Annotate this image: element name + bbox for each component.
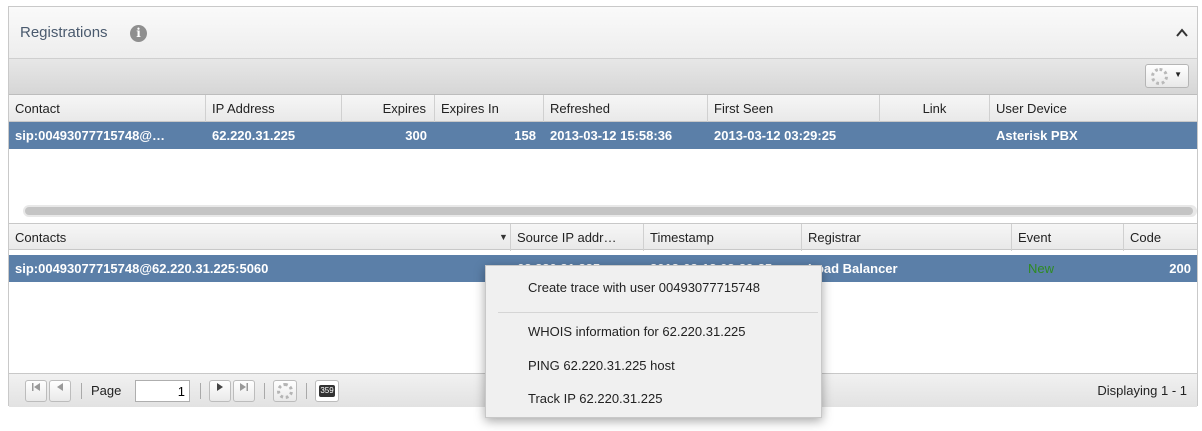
- separator: [306, 383, 307, 399]
- refresh-spinner-icon: [277, 383, 293, 399]
- menu-item-track-ip[interactable]: Track IP 62.220.31.225: [528, 391, 662, 406]
- menu-item-whois[interactable]: WHOIS information for 62.220.31.225: [528, 324, 746, 339]
- caret-down-icon: ▼: [1174, 70, 1182, 79]
- export-button[interactable]: 359: [315, 380, 339, 402]
- separator: [200, 383, 201, 399]
- previous-page-icon: [57, 383, 63, 391]
- column-header-code[interactable]: Code: [1124, 224, 1199, 251]
- column-header-user-device[interactable]: User Device: [990, 95, 1199, 122]
- menu-item-create-trace[interactable]: Create trace with user 00493077715748: [528, 280, 760, 295]
- cell-expires: 300: [405, 128, 427, 143]
- cell-user-device: Asterisk PBX: [996, 128, 1078, 143]
- chevron-up-icon[interactable]: [1175, 26, 1189, 40]
- cell-contact: sip:00493077715748@…: [15, 128, 166, 143]
- next-page-icon: [217, 383, 223, 391]
- context-menu: Create trace with user 00493077715748 WH…: [485, 265, 822, 418]
- column-header-first-seen[interactable]: First Seen: [708, 95, 880, 122]
- refresh-button[interactable]: [273, 380, 297, 402]
- page-number-input[interactable]: [135, 380, 190, 402]
- column-header-contacts[interactable]: Contacts: [9, 224, 511, 251]
- contacts-header: Contacts ▼ Source IP addr… Timestamp Reg…: [9, 223, 1199, 251]
- column-header-expires[interactable]: Expires: [342, 95, 435, 122]
- menu-separator: [498, 312, 818, 313]
- toolbar: ▼: [9, 59, 1197, 95]
- previous-page-button[interactable]: [49, 380, 71, 402]
- page-label: Page: [91, 383, 122, 398]
- cell-code: 200: [1169, 261, 1191, 276]
- column-menu-caret-icon[interactable]: ▼: [499, 224, 508, 251]
- settings-menu-button[interactable]: ▼: [1145, 64, 1189, 88]
- menu-item-ping[interactable]: PING 62.220.31.225 host: [528, 358, 675, 373]
- registrations-header: Contact IP Address Expires Expires In Re…: [9, 95, 1197, 122]
- column-header-contact[interactable]: Contact: [9, 95, 206, 122]
- column-header-event[interactable]: Event: [1012, 224, 1124, 251]
- column-header-refreshed[interactable]: Refreshed: [544, 95, 708, 122]
- cell-link: [880, 122, 990, 149]
- panel-title: Registrations: [20, 24, 108, 41]
- separator: [264, 383, 265, 399]
- cell-registrar: Load Balancer: [808, 261, 898, 276]
- cell-contact-uri: sip:00493077715748@62.220.31.225:5060: [15, 261, 269, 276]
- info-icon[interactable]: i: [130, 25, 147, 42]
- cell-ip-address: 62.220.31.225: [212, 128, 296, 143]
- spinner-gear-icon: [1151, 68, 1168, 85]
- column-header-expires-in[interactable]: Expires In: [435, 95, 544, 122]
- next-page-button[interactable]: [209, 380, 231, 402]
- horizontal-scrollbar[interactable]: [23, 205, 1197, 217]
- export-icon: 359: [319, 385, 335, 397]
- cell-expires-in: 158: [514, 128, 536, 143]
- first-page-icon: [32, 383, 40, 391]
- cell-event: New: [1028, 261, 1055, 276]
- registration-row[interactable]: sip:00493077715748@… 62.220.31.225 300 1…: [9, 122, 1197, 149]
- last-page-icon: [240, 383, 248, 391]
- column-header-ip-address[interactable]: IP Address: [206, 95, 342, 122]
- scrollbar-thumb[interactable]: [25, 207, 1193, 215]
- column-header-source-ip[interactable]: Source IP addr…: [511, 224, 644, 251]
- separator: [81, 383, 82, 399]
- cell-refreshed: 2013-03-12 15:58:36: [550, 128, 673, 143]
- panel-header: Registrations i: [9, 7, 1197, 59]
- column-header-timestamp[interactable]: Timestamp: [644, 224, 802, 251]
- last-page-button[interactable]: [233, 380, 255, 402]
- first-page-button[interactable]: [25, 380, 47, 402]
- displaying-count: Displaying 1 - 1: [1097, 383, 1187, 398]
- column-header-link[interactable]: Link: [880, 95, 990, 122]
- cell-first-seen: 2013-03-12 03:29:25: [714, 128, 837, 143]
- column-header-registrar[interactable]: Registrar: [802, 224, 1012, 251]
